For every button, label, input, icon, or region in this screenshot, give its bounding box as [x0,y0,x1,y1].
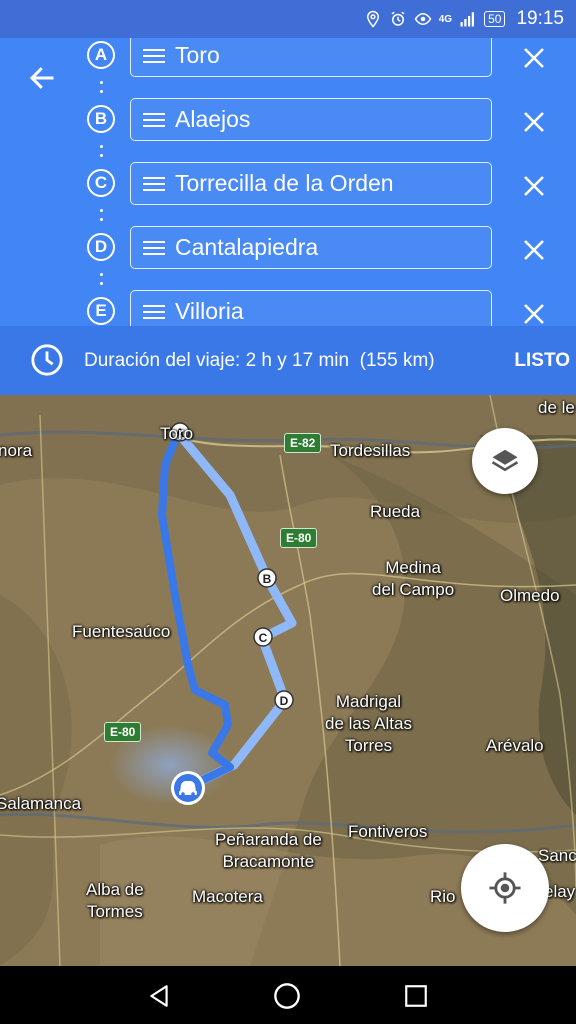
place-label-tordesillas: Tordesillas [330,441,411,460]
remove-stop-button[interactable] [516,104,552,140]
route-marker-c[interactable]: C [253,627,273,647]
road-shield-e80-west: E-80 [104,722,142,742]
stop-name: Cantalapiedra [175,234,319,260]
place-label-alba: Alba de Tormes [86,880,144,921]
place-label-fuentesauco: Fuentesaúco [72,622,171,641]
close-icon [524,112,544,132]
stop-field[interactable]: Villoria [130,290,492,326]
triangle-back-icon [150,985,168,1007]
network-type: 4G [438,13,453,25]
directions-header: A Toro B Alaejos C Torrecilla de la Orde… [0,38,576,326]
stop-row: D Cantalapiedra [0,226,576,272]
place-label-rueda: Rueda [370,502,421,521]
my-location-button[interactable] [461,844,549,932]
location-icon [366,10,379,28]
place-label-fontiveros: Fontiveros [348,822,428,841]
battery-indicator: 50 [484,11,506,27]
stop-letter-badge: A [87,41,115,69]
stop-letter-badge: E [87,297,115,325]
drag-handle-icon[interactable] [143,109,165,131]
stop-row: C Torrecilla de la Orden [0,162,576,208]
svg-text:D: D [280,694,289,708]
trip-summary-bar: Duración del viaje: 2 h y 17 min (155 km… [0,326,576,395]
road-shield-e80: E-80 [280,528,318,548]
status-icons: 4G 50 19:15 [364,0,564,38]
route-marker-d[interactable]: D [274,690,294,710]
stop-letter-badge: C [87,169,115,197]
circle-home-icon [274,983,300,1009]
svg-text:C: C [259,631,268,645]
place-label-madrigal: Madrigal de las Altas Torres [325,692,412,755]
stop-connector [100,273,104,291]
stop-letter-badge: B [87,105,115,133]
stop-connector [100,145,104,163]
done-button[interactable]: LISTO [514,326,570,395]
layers-button[interactable] [472,428,538,494]
place-label-macotera: Macotera [192,887,263,906]
close-icon [524,176,544,196]
signal-icon [460,12,475,27]
square-recents-icon [405,985,427,1007]
stop-name: Toro [175,42,220,68]
stop-row: A Toro [0,38,576,80]
nav-back-button[interactable] [143,980,175,1012]
close-icon [524,48,544,68]
place-label-salamanca: Salamanca [0,794,82,813]
stop-field[interactable]: Cantalapiedra [130,226,492,269]
stop-row: B Alaejos [0,98,576,144]
close-icon [524,304,544,324]
stop-field[interactable]: Toro [130,38,492,77]
stop-field[interactable]: Alaejos [130,98,492,141]
stop-name: Alaejos [175,106,251,132]
eye-icon [414,12,432,26]
place-label-olmedo: Olmedo [500,586,560,605]
system-nav-bar [0,966,576,1024]
map-view[interactable]: A B C D Toro Tordesillas nora Rueda Medi… [0,395,576,966]
drag-handle-icon[interactable] [143,173,165,195]
svg-text:B: B [263,572,272,586]
car-icon[interactable] [171,771,205,805]
drag-handle-icon[interactable] [143,301,165,323]
trip-duration: Duración del viaje: 2 h y 17 min (155 km… [84,349,435,371]
remove-stop-button[interactable] [516,296,552,326]
clock-icon [31,344,63,376]
route-marker-b[interactable]: B [257,568,277,588]
place-label-nora: nora [0,441,33,460]
layers-icon [491,449,519,472]
stop-connector [100,81,104,99]
remove-stop-button[interactable] [516,168,552,204]
drag-handle-icon[interactable] [143,45,165,67]
stop-letter-badge: D [87,233,115,261]
stop-field[interactable]: Torrecilla de la Orden [130,162,492,205]
road-shield-e82: E-82 [284,433,322,453]
close-icon [524,240,544,260]
place-label-sanc: Sanc [538,846,576,865]
remove-stop-button[interactable] [516,232,552,268]
place-label-toro: Toro [160,424,194,443]
place-label-penaranda: Peñaranda de Bracamonte [215,830,322,871]
status-bar: 4G 50 19:15 [0,0,576,38]
place-label-arevalo: Arévalo [486,736,544,755]
stop-connector [100,209,104,227]
stop-list: A Toro B Alaejos C Torrecilla de la Orde… [0,38,576,326]
drag-handle-icon[interactable] [143,237,165,259]
alarm-icon [391,11,405,26]
stop-name: Villoria [175,298,244,324]
nav-recents-button[interactable] [400,980,432,1012]
nav-home-button[interactable] [271,980,303,1012]
place-label-medina: Medina del Campo [372,558,455,599]
my-location-icon [489,872,521,904]
stop-row: E Villoria [0,290,576,326]
stop-name: Torrecilla de la Orden [175,170,394,196]
status-time: 19:15 [516,8,564,29]
place-label-rio: Rio [430,887,456,906]
place-label-de-le: de le [538,398,575,417]
remove-stop-button[interactable] [516,40,552,76]
